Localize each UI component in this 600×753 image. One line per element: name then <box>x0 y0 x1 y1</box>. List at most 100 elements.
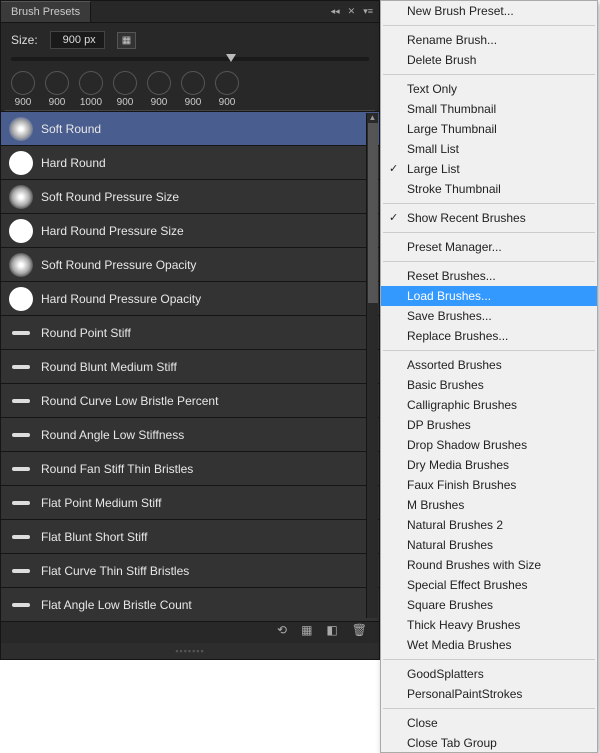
menu-item[interactable]: Load Brushes... <box>381 286 597 306</box>
brush-swatch <box>7 557 35 585</box>
menu-item[interactable]: Square Brushes <box>381 595 597 615</box>
panel-header: Brush Presets ◂◂ ✕ ▾≡ <box>1 1 379 23</box>
menu-item[interactable]: Round Brushes with Size <box>381 555 597 575</box>
new-preset-icon[interactable]: ▦ <box>301 623 312 637</box>
menu-item[interactable]: New Brush Preset... <box>381 1 597 21</box>
menu-item[interactable]: PersonalPaintStrokes <box>381 684 597 704</box>
menu-item[interactable]: Wet Media Brushes <box>381 635 597 655</box>
menu-item[interactable]: Replace Brushes... <box>381 326 597 346</box>
brush-label: Flat Blunt Short Stiff <box>41 530 148 544</box>
brush-swatch <box>7 149 35 177</box>
size-input[interactable]: 900 px <box>50 31 105 49</box>
recent-brush-thumb[interactable]: 900 <box>113 71 137 108</box>
create-icon[interactable]: ◧ <box>326 623 337 637</box>
toggle-preview-icon[interactable]: ▦ <box>117 32 136 49</box>
menu-item[interactable]: Special Effect Brushes <box>381 575 597 595</box>
brush-swatch <box>7 183 35 211</box>
brush-label: Hard Round Pressure Size <box>41 224 184 238</box>
brush-preset-item[interactable]: Flat Blunt Short Stiff <box>1 520 379 554</box>
brush-swatch <box>7 387 35 415</box>
flat-brush-icon <box>12 501 30 505</box>
brush-preset-item[interactable]: Hard Round Pressure Size <box>1 214 379 248</box>
thumb-label: 900 <box>45 97 69 108</box>
flat-brush-icon <box>12 331 30 335</box>
menu-item[interactable]: Large List <box>381 159 597 179</box>
menu-separator <box>383 708 595 709</box>
brush-preset-item[interactable]: Round Curve Low Bristle Percent <box>1 384 379 418</box>
menu-item[interactable]: Faux Finish Brushes <box>381 475 597 495</box>
panel-tab[interactable]: Brush Presets <box>1 1 91 22</box>
menu-separator <box>383 350 595 351</box>
brush-preset-item[interactable]: Soft Round Pressure Size <box>1 180 379 214</box>
brush-preset-item[interactable]: Round Angle Low Stiffness <box>1 418 379 452</box>
brush-label: Round Angle Low Stiffness <box>41 428 184 442</box>
scroll-up-icon[interactable]: ▲ <box>367 113 378 122</box>
brush-preset-item[interactable]: Soft Round Pressure Opacity <box>1 248 379 282</box>
brush-swatch <box>7 489 35 517</box>
recent-brush-thumb[interactable]: 900 <box>147 71 171 108</box>
slider-thumb-icon[interactable] <box>226 54 236 62</box>
flat-brush-icon <box>12 433 30 437</box>
brush-preset-item[interactable]: Hard Round Pressure Opacity <box>1 282 379 316</box>
recent-brush-thumb[interactable]: 900 <box>215 71 239 108</box>
menu-item[interactable]: Small Thumbnail <box>381 99 597 119</box>
recent-brush-thumb[interactable]: 1000 <box>79 71 103 108</box>
menu-item[interactable]: Dry Media Brushes <box>381 455 597 475</box>
menu-item[interactable]: Large Thumbnail <box>381 119 597 139</box>
brush-swatch <box>7 353 35 381</box>
menu-item[interactable]: Assorted Brushes <box>381 355 597 375</box>
flyout-menu-icon[interactable]: ▾≡ <box>363 6 373 17</box>
menu-item[interactable]: Reset Brushes... <box>381 266 597 286</box>
menu-item[interactable]: Text Only <box>381 79 597 99</box>
recent-brush-thumb[interactable]: 900 <box>45 71 69 108</box>
brush-preset-item[interactable]: Flat Point Medium Stiff <box>1 486 379 520</box>
brush-preset-item[interactable]: Round Point Stiff <box>1 316 379 350</box>
brush-label: Flat Curve Thin Stiff Bristles <box>41 564 189 578</box>
menu-item[interactable]: GoodSplatters <box>381 664 597 684</box>
menu-separator <box>383 659 595 660</box>
flat-brush-icon <box>12 569 30 573</box>
menu-item[interactable]: Close Tab Group <box>381 733 597 753</box>
menu-item[interactable]: Show Recent Brushes <box>381 208 597 228</box>
menu-separator <box>383 261 595 262</box>
menu-item[interactable]: Natural Brushes 2 <box>381 515 597 535</box>
brush-circle-icon <box>215 71 239 95</box>
menu-item[interactable]: DP Brushes <box>381 415 597 435</box>
menu-item[interactable]: Natural Brushes <box>381 535 597 555</box>
menu-item[interactable]: Rename Brush... <box>381 30 597 50</box>
loop-icon[interactable]: ⟲ <box>277 623 287 637</box>
menu-item[interactable]: Thick Heavy Brushes <box>381 615 597 635</box>
menu-item[interactable]: Drop Shadow Brushes <box>381 435 597 455</box>
menu-item[interactable]: Basic Brushes <box>381 375 597 395</box>
thumb-label: 900 <box>11 97 35 108</box>
close-icon[interactable]: ✕ <box>348 6 356 17</box>
brush-preset-item[interactable]: Flat Curve Thin Stiff Bristles <box>1 554 379 588</box>
brush-preset-item[interactable]: Hard Round <box>1 146 379 180</box>
hard-round-icon <box>9 219 33 243</box>
trash-icon[interactable]: 🗑 <box>352 623 367 637</box>
resize-grip[interactable]: ▪▪▪▪▪▪▪ <box>1 643 379 659</box>
brush-preset-item[interactable]: Flat Angle Low Bristle Count <box>1 588 379 622</box>
brush-circle-icon <box>147 71 171 95</box>
scrollbar[interactable]: ▲ <box>366 113 378 618</box>
menu-item[interactable]: Small List <box>381 139 597 159</box>
scroll-thumb[interactable] <box>368 123 378 303</box>
brush-presets-panel: Brush Presets ◂◂ ✕ ▾≡ Size: 900 px ▦ 900… <box>0 0 380 660</box>
brush-preset-item[interactable]: Round Blunt Medium Stiff <box>1 350 379 384</box>
brush-preset-item[interactable]: Round Fan Stiff Thin Bristles <box>1 452 379 486</box>
brush-swatch <box>7 115 35 143</box>
menu-item[interactable]: Stroke Thumbnail <box>381 179 597 199</box>
recent-brush-thumb[interactable]: 900 <box>11 71 35 108</box>
recent-thumbnails: 900 900 1000 900 900 900 900 <box>1 67 379 110</box>
brush-preset-item[interactable]: Soft Round <box>1 112 379 146</box>
size-slider[interactable] <box>11 57 369 61</box>
menu-item[interactable]: Calligraphic Brushes <box>381 395 597 415</box>
recent-brush-thumb[interactable]: 900 <box>181 71 205 108</box>
brush-label: Soft Round Pressure Opacity <box>41 258 196 272</box>
menu-item[interactable]: Close <box>381 713 597 733</box>
menu-item[interactable]: Preset Manager... <box>381 237 597 257</box>
menu-item[interactable]: M Brushes <box>381 495 597 515</box>
menu-item[interactable]: Delete Brush <box>381 50 597 70</box>
collapse-icon[interactable]: ◂◂ <box>331 6 340 17</box>
menu-item[interactable]: Save Brushes... <box>381 306 597 326</box>
